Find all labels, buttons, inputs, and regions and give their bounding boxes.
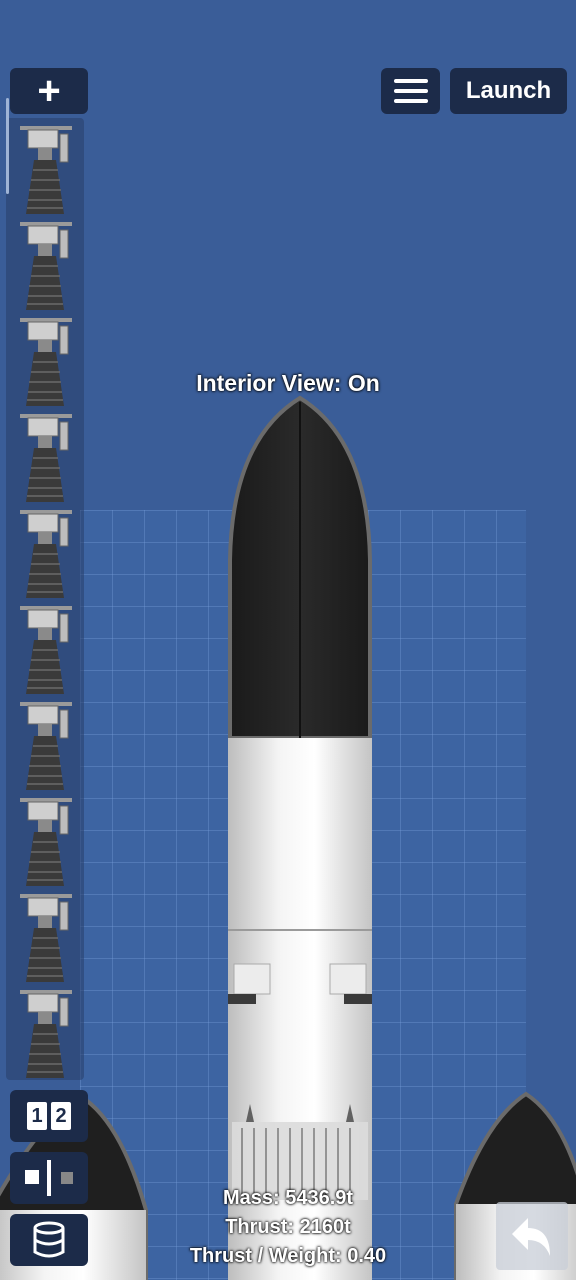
rocket-assembly[interactable]: [0, 0, 576, 1280]
engine-icon: [20, 894, 72, 982]
add-part-button[interactable]: +: [10, 68, 88, 114]
twr-stat: Thrust / Weight: 0.40: [189, 1245, 387, 1267]
engine-icon: [20, 222, 72, 310]
interior-view-label: Interior View: On: [196, 370, 380, 396]
parts-scrollbar[interactable]: [6, 98, 9, 194]
menu-button[interactable]: [381, 68, 440, 114]
engine-icon: [20, 414, 72, 502]
thrust-stat: Thrust: 2160t: [225, 1216, 351, 1238]
stage-digit-1: 1: [27, 1102, 47, 1130]
rocket-stats: Mass: 5436.9t Thrust: 2160t Thrust / Wei…: [0, 1184, 576, 1271]
engine-icon: [20, 126, 72, 214]
launch-button[interactable]: Launch: [450, 68, 567, 114]
part-item-engine[interactable]: [14, 698, 78, 790]
engine-icon: [20, 702, 72, 790]
mass-stat: Mass: 5436.9t: [222, 1187, 354, 1209]
part-item-engine[interactable]: [14, 410, 78, 502]
part-item-engine[interactable]: [14, 314, 78, 406]
part-item-engine[interactable]: [14, 602, 78, 694]
engine-icon: [20, 798, 72, 886]
stage-digit-2: 2: [51, 1102, 71, 1130]
engine-icon: [20, 318, 72, 406]
part-item-engine[interactable]: [14, 122, 78, 214]
engine-icon: [20, 990, 72, 1078]
part-item-engine[interactable]: [14, 986, 78, 1078]
stage-numbers-button[interactable]: 1 2: [10, 1090, 88, 1142]
hamburger-icon: [393, 79, 428, 83]
undo-button[interactable]: [496, 1202, 568, 1270]
undo-icon: [512, 1218, 550, 1256]
engine-icon: [20, 510, 72, 598]
engine-icon: [20, 606, 72, 694]
part-item-engine[interactable]: [14, 218, 78, 310]
part-item-engine[interactable]: [14, 890, 78, 982]
part-item-engine[interactable]: [14, 794, 78, 886]
part-item-engine[interactable]: [14, 506, 78, 598]
